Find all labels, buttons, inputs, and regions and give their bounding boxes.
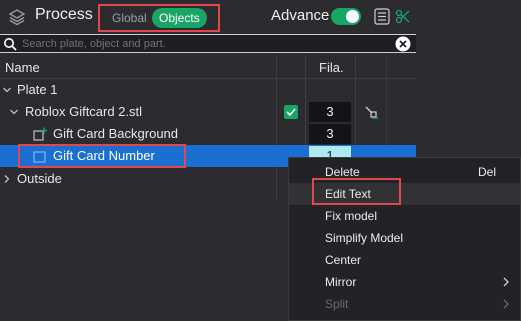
chevron-right-icon <box>503 299 509 309</box>
layers-icon <box>8 9 26 26</box>
object-filament-value[interactable]: 3 <box>309 102 351 122</box>
part-filament-value[interactable]: 3 <box>309 124 351 144</box>
search-input[interactable] <box>22 36 382 52</box>
chevron-down-icon[interactable] <box>2 85 12 95</box>
process-header: Process Global Objects Advance <box>0 0 521 34</box>
delete-shortcut: Del <box>477 165 496 179</box>
printable-checkbox[interactable] <box>284 105 298 119</box>
mode-objects-tab[interactable]: Objects <box>152 8 207 28</box>
highlight-box <box>18 144 186 168</box>
chevron-right-icon <box>503 277 509 287</box>
mode-switch: Global Objects <box>98 4 220 32</box>
part-add-icon <box>33 127 47 141</box>
object-label: Roblox Giftcard 2.stl <box>25 104 143 119</box>
menu-item-split: Split <box>289 293 520 315</box>
part-label: Gift Card Background <box>53 126 179 141</box>
chevron-down-icon[interactable] <box>9 107 19 117</box>
process-title: Process <box>35 6 93 23</box>
menu-item-mirror[interactable]: Mirror <box>289 271 520 293</box>
check-icon <box>286 108 296 117</box>
list-settings-icon[interactable] <box>374 8 390 25</box>
mode-global-tab[interactable]: Global <box>112 11 147 25</box>
advance-toggle[interactable] <box>331 8 361 25</box>
clear-search-icon[interactable] <box>395 36 411 52</box>
table-header <box>0 55 416 79</box>
plate-label: Plate 1 <box>17 82 58 97</box>
context-menu: Delete Del Edit Text Fix model Simplify … <box>288 157 521 321</box>
menu-item-center[interactable]: Center <box>289 249 520 271</box>
advance-label: Advance <box>271 7 330 24</box>
tree-row-plate[interactable]: Plate 1 <box>0 79 416 101</box>
highlight-box <box>312 178 401 205</box>
chevron-right-icon[interactable] <box>2 174 12 184</box>
tools-icon[interactable] <box>394 8 411 25</box>
outside-label: Outside <box>17 171 62 186</box>
search-bar <box>0 34 416 53</box>
menu-item-simplify-model[interactable]: Simplify Model <box>289 227 520 249</box>
tree-row-object[interactable]: Roblox Giftcard 2.stl 3 <box>0 101 416 123</box>
tree-row-part[interactable]: Gift Card Background 3 <box>0 123 416 145</box>
search-icon <box>4 38 17 51</box>
menu-item-fix-model[interactable]: Fix model <box>289 205 520 227</box>
paint-brush-icon[interactable] <box>363 104 379 120</box>
